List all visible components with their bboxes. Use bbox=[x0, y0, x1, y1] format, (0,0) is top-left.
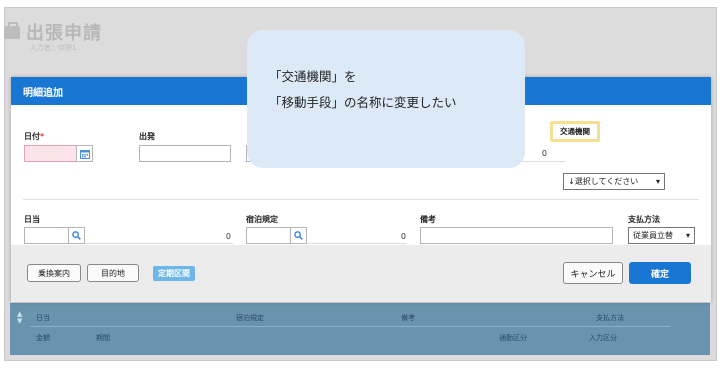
calendar-button[interactable] bbox=[76, 145, 93, 162]
section-divider bbox=[23, 199, 699, 200]
table-header-lodging: 宿泊規定 bbox=[236, 314, 264, 322]
date-label: 日付* bbox=[24, 132, 45, 141]
chevron-down-icon: ▾ bbox=[655, 177, 660, 186]
table-header-payment: 支払方法 bbox=[596, 314, 624, 322]
chevron-down-icon: ▾ bbox=[685, 231, 690, 240]
transport-select[interactable]: ↓選択してください ▾ bbox=[563, 173, 665, 190]
table-sub-period: 期間 bbox=[96, 334, 110, 342]
table-header-allowance: 日当 bbox=[36, 314, 50, 322]
transport-select-value: ↓選択してください bbox=[568, 177, 639, 186]
sort-arrows-icon: ▲ ▼ bbox=[17, 310, 23, 325]
destination-button[interactable]: 目的地 bbox=[87, 264, 139, 282]
allowance-search-button[interactable] bbox=[68, 227, 85, 244]
allowance-input[interactable] bbox=[24, 227, 72, 244]
table-subheader-row: 金額 期間 通勤区分 入力区分 bbox=[30, 329, 670, 345]
notes-label: 備考 bbox=[420, 215, 436, 224]
page-title: 出張申請 bbox=[26, 23, 102, 44]
commuter-pass-button[interactable]: 定期区間 bbox=[153, 266, 195, 281]
callout-line-1: 「交通機関」を bbox=[269, 69, 357, 84]
lodging-search-button[interactable] bbox=[290, 227, 307, 244]
callout-line-2: 「移動手段」の名称に変更したい bbox=[269, 95, 457, 110]
lodging-input[interactable] bbox=[246, 227, 294, 244]
table-header-row: 日当 宿泊規定 備考 支払方法 bbox=[30, 309, 670, 327]
transport-label: 交通機関 bbox=[560, 127, 590, 136]
table-sub-commute: 通勤区分 bbox=[499, 334, 527, 342]
transport-label-highlight: 交通機関 bbox=[550, 121, 600, 142]
departure-input[interactable] bbox=[139, 145, 231, 162]
detail-table: ▲ ▼ 日当 宿泊規定 備考 支払方法 金額 期間 通勤区分 入力区分 bbox=[10, 303, 710, 355]
notes-input[interactable] bbox=[420, 227, 613, 244]
search-icon bbox=[72, 231, 81, 240]
date-input[interactable] bbox=[24, 145, 77, 162]
payment-select-value: 従業員立替 bbox=[633, 231, 673, 240]
payment-select[interactable]: 従業員立替 ▾ bbox=[628, 227, 695, 244]
table-header-notes: 備考 bbox=[401, 314, 415, 322]
payment-label: 支払方法 bbox=[628, 215, 660, 224]
briefcase-icon bbox=[4, 21, 20, 39]
cancel-button[interactable]: キャンセル bbox=[563, 262, 623, 284]
page-subtitle: 入力者：伴野1 bbox=[30, 44, 77, 52]
transfer-guide-button[interactable]: 乗換案内 bbox=[27, 264, 81, 282]
departure-label: 出発 bbox=[139, 132, 155, 141]
allowance-label: 日当 bbox=[24, 215, 40, 224]
calendar-icon bbox=[79, 149, 90, 159]
page-header: 出張申請 bbox=[4, 18, 102, 46]
annotation-callout: 「交通機関」を 「移動手段」の名称に変更したい bbox=[247, 30, 525, 168]
allowance-amount-value: 0 bbox=[225, 232, 231, 241]
dialog-footer: 乗換案内 目的地 定期区間 キャンセル 確定 bbox=[11, 245, 711, 302]
lodging-amount-value: 0 bbox=[400, 232, 406, 241]
required-mark: * bbox=[40, 132, 45, 141]
table-sub-amount: 金額 bbox=[36, 334, 50, 342]
search-icon bbox=[294, 231, 303, 240]
lodging-label: 宿泊規定 bbox=[246, 215, 278, 224]
table-sub-input: 入力区分 bbox=[589, 334, 617, 342]
confirm-button[interactable]: 確定 bbox=[629, 262, 691, 284]
